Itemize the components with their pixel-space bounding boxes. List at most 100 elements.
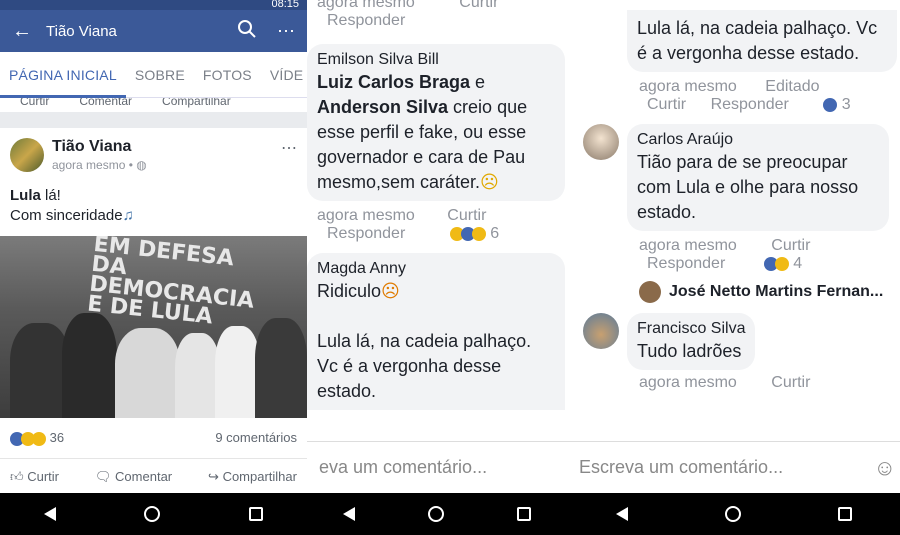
mention[interactable]: Luiz Carlos Braga [317, 72, 470, 92]
back-arrow-icon[interactable]: ← [12, 20, 46, 43]
avatar [639, 281, 661, 303]
comment-bubble: Carlos Araújo Tião para de se preocupar … [627, 124, 889, 231]
sad-reaction-icon [32, 431, 46, 446]
haha-reaction-icon [774, 256, 789, 271]
nav-recent-icon[interactable] [516, 507, 531, 521]
thumbs-up-icon: 👍︎ [10, 468, 24, 484]
nav-back-icon[interactable] [44, 507, 57, 521]
share-button[interactable]: ↪ Compartilhar [208, 469, 297, 485]
comment-reactions[interactable]: 6 [449, 225, 499, 242]
photo-person [62, 313, 117, 418]
post-time-text: agora mesmo • [52, 158, 133, 172]
comment-reactions[interactable]: 3 [823, 96, 851, 113]
photo-person [255, 318, 307, 418]
reply-preview[interactable]: José Netto Martins Fernan... [567, 273, 900, 303]
photo-person [115, 328, 180, 418]
comment-bubble: Magda Anny Ridiculo☹ Lula lá, na cadeia … [307, 253, 565, 410]
post-photo[interactable]: EM DEFESA DA DEMOCRACIA E DE LULA [0, 236, 307, 418]
comments-count[interactable]: 9 comentários [215, 430, 297, 446]
sad-reaction-icon [471, 226, 486, 241]
avatar[interactable] [583, 313, 619, 349]
comment-reactions[interactable]: 4 [763, 255, 803, 272]
post-options-icon[interactable]: ⋯ [281, 138, 297, 172]
comment-row: Carlos Araújo Tião para de se preocupar … [567, 124, 900, 231]
comment-author[interactable]: Magda Anny [317, 259, 555, 279]
like-comment-button[interactable]: Curtir [459, 0, 498, 11]
share-icon: ↪ [208, 468, 219, 484]
post-text-line2: Com sinceridade [10, 207, 123, 224]
top-app-bar: ← Tião Viana ⋯ [0, 10, 307, 52]
status-time: 08:15 [271, 0, 299, 10]
avatar[interactable] [10, 138, 44, 172]
comment-meta: agora mesmo Curtir [567, 370, 900, 392]
like-comment-button[interactable]: Curtir [771, 374, 810, 391]
emoji-picker-icon[interactable]: ☺ [874, 455, 896, 481]
reply-comment-button[interactable]: Responder [327, 225, 405, 242]
comment-button[interactable]: Comentar [79, 98, 132, 112]
tab-photos[interactable]: FOTOS [194, 67, 261, 83]
android-nav-bar [307, 493, 567, 535]
post-author[interactable]: Tião Viana [52, 138, 281, 156]
comment-meta: agora mesmo Curtir Responder 6 [307, 201, 567, 243]
comment-text: Luiz Carlos Braga e Anderson Silva creio… [317, 70, 555, 195]
comment-time: agora mesmo [639, 374, 737, 391]
photo-person [175, 333, 220, 418]
comment-bubble: Emilson Silva Bill Luiz Carlos Braga e A… [307, 44, 565, 201]
tab-videos[interactable]: VÍDE [261, 67, 307, 83]
angry-emoji-icon: ☹ [381, 281, 400, 301]
comments-panel-right: Lula lá, na cadeia palhaço. Vc é a vergo… [567, 0, 900, 493]
post-actions: 👍︎ Curtir 🗨︎ Comentar ↪ Compartilhar [0, 457, 307, 493]
comment-icon: 🗨︎ [94, 468, 112, 484]
like-button[interactable]: 👍︎ Curtir [10, 469, 59, 485]
nav-back-icon[interactable] [343, 507, 356, 521]
mention[interactable]: Anderson Silva [317, 97, 448, 117]
comment-meta: agora mesmo Curtir Responder [307, 0, 567, 30]
comment-body: Tião para de se preocupar com Lula e olh… [637, 152, 859, 222]
comment-time: agora mesmo [317, 0, 415, 11]
nav-home-icon[interactable] [144, 506, 161, 522]
like-button[interactable]: Curtir [20, 98, 49, 112]
comments-panel-middle: agora mesmo Curtir Responder Emilson Sil… [307, 0, 567, 493]
comment-button[interactable]: 🗨︎ Comentar [95, 469, 172, 485]
nav-home-icon[interactable] [724, 506, 741, 522]
more-options-icon[interactable]: ⋯ [277, 21, 295, 42]
like-comment-button[interactable]: Curtir [447, 207, 486, 224]
reply-comment-button[interactable]: Responder [327, 12, 405, 29]
nav-home-icon[interactable] [427, 506, 444, 522]
nav-recent-icon[interactable] [248, 507, 263, 521]
reaction-count: 4 [793, 255, 803, 272]
avatar[interactable] [583, 124, 619, 160]
nav-recent-icon[interactable] [837, 507, 852, 521]
comment-time: agora mesmo [317, 207, 415, 224]
android-nav-bar [567, 493, 900, 535]
photo-banner-text: EM DEFESA DA DEMOCRACIA E DE LULA [86, 236, 256, 330]
reply-comment-button[interactable]: Responder [647, 255, 725, 272]
comment-body: Tudo ladrões [637, 341, 742, 361]
like-comment-button[interactable]: Curtir [647, 96, 686, 113]
reaction-summary[interactable]: 36 [10, 430, 64, 446]
comment-author[interactable]: Francisco Silva [637, 319, 745, 339]
reaction-count: 36 [49, 430, 65, 445]
like-comment-button[interactable]: Curtir [771, 237, 810, 254]
reply-comment-button[interactable]: Responder [711, 96, 789, 113]
comment-author[interactable]: Carlos Araújo [637, 130, 879, 150]
nav-back-icon[interactable] [615, 507, 628, 521]
music-emoji-icon: ♫ [122, 207, 134, 224]
comment-body: Lula lá, na cadeia palhaço. Vc é a vergo… [637, 18, 878, 63]
comment-author[interactable]: Emilson Silva Bill [317, 50, 555, 70]
comment-bubble: Francisco Silva Tudo ladrões [627, 313, 756, 370]
tab-home[interactable]: PÁGINA INICIAL [0, 52, 126, 98]
comment-row: Francisco Silva Tudo ladrões [567, 313, 900, 370]
comment-time: agora mesmo [639, 78, 737, 95]
comment-input[interactable]: eva um comentário... [307, 441, 567, 493]
comment-input[interactable]: Escreva um comentário... ☺ [567, 441, 900, 493]
search-icon[interactable] [237, 19, 257, 44]
share-label: Compartilhar [222, 468, 297, 484]
reply-author: José Netto Martins Fernan... [669, 283, 884, 300]
comment-bubble: Lula lá, na cadeia palhaço. Vc é a vergo… [627, 10, 897, 72]
photo-person [10, 323, 70, 418]
tab-about[interactable]: SOBRE [126, 67, 194, 83]
post-text-bold: Lula [10, 187, 41, 204]
share-button[interactable]: Compartilhar [162, 98, 231, 112]
comment-conjunction: e [470, 72, 486, 92]
